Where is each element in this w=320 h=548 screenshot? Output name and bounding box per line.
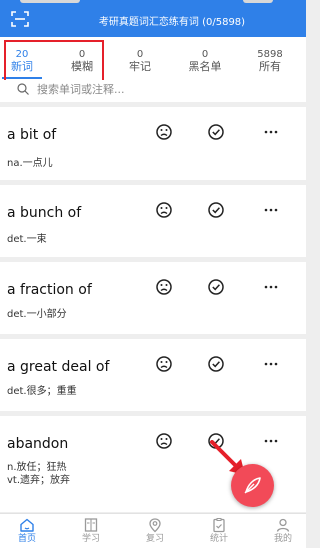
tab-count: 5898	[257, 49, 283, 60]
app-screen: 考研真题词汇恋练有词 (0/5898) 20 新词 0 模糊 0 牢记 0 黑名…	[0, 0, 306, 548]
more-icon[interactable]	[260, 121, 282, 143]
word-meaning: det.一束	[7, 234, 47, 245]
nav-stats[interactable]: 统计	[199, 517, 239, 545]
nav-review[interactable]: 复习	[135, 517, 175, 545]
word-text: a bit of	[7, 127, 57, 143]
nav-label: 首页	[17, 534, 36, 544]
word-meaning: det.很多；重重	[7, 386, 77, 397]
word-card[interactable]: a bit of na.一点儿	[0, 107, 306, 180]
word-meaning: na.一点儿	[7, 158, 53, 169]
nav-label: 统计	[209, 534, 228, 544]
tab-label: 所有	[259, 60, 281, 73]
word-text: a great deal of	[7, 359, 110, 375]
sad-face-icon[interactable]	[153, 121, 175, 143]
status-bar-fragment	[243, 0, 273, 3]
word-meaning: vt.遗弃；放弃	[7, 475, 71, 486]
tab-count: 0	[201, 49, 209, 60]
sad-face-icon[interactable]	[153, 430, 175, 452]
tab-all[interactable]: 5898 所有	[250, 37, 290, 80]
word-text: a fraction of	[7, 282, 92, 298]
check-circle-icon[interactable]	[205, 121, 227, 143]
page-title: 考研真题词汇恋练有词 (0/5898)	[98, 17, 246, 28]
tab-label: 牢记	[129, 60, 151, 73]
bottom-navigation: 首页 学习 复习 统计 我的	[0, 513, 306, 548]
feather-pen-icon	[244, 477, 261, 494]
home-icon	[20, 518, 34, 532]
book-icon	[84, 518, 98, 532]
more-icon[interactable]	[260, 199, 282, 221]
tab-label: 黑名单	[188, 60, 222, 73]
nav-home[interactable]: 首页	[7, 517, 47, 545]
word-card[interactable]: a great deal of det.很多；重重	[0, 339, 306, 411]
write-button[interactable]	[231, 464, 274, 507]
check-circle-icon[interactable]	[205, 353, 227, 375]
word-card[interactable]: a fraction of det.一小部分	[0, 262, 306, 334]
status-bar-fragment	[20, 0, 80, 3]
more-icon[interactable]	[260, 276, 282, 298]
nav-label: 我的	[273, 534, 292, 544]
scan-icon[interactable]	[11, 11, 29, 27]
word-meaning: det.一小部分	[7, 309, 67, 320]
stats-icon	[213, 518, 225, 533]
word-meaning: n.放任；狂热	[7, 462, 67, 473]
tab-remembered[interactable]: 0 牢记	[120, 37, 160, 80]
sad-face-icon[interactable]	[153, 199, 175, 221]
annotation-highlight-box	[4, 40, 104, 85]
search-bar	[0, 80, 306, 102]
review-icon	[149, 518, 161, 533]
more-icon[interactable]	[260, 430, 282, 452]
sad-face-icon[interactable]	[153, 276, 175, 298]
word-text: a bunch of	[7, 205, 82, 221]
search-input[interactable]	[37, 80, 257, 98]
app-header: 考研真题词汇恋练有词 (0/5898)	[0, 0, 306, 37]
nav-label: 复习	[145, 534, 164, 544]
profile-icon	[276, 518, 290, 532]
check-circle-icon[interactable]	[205, 276, 227, 298]
nav-study[interactable]: 学习	[71, 517, 111, 545]
tab-count: 0	[136, 49, 144, 60]
check-circle-icon[interactable]	[205, 199, 227, 221]
nav-profile[interactable]: 我的	[263, 517, 303, 545]
word-card[interactable]: a bunch of det.一束	[0, 185, 306, 257]
nav-label: 学习	[81, 534, 100, 544]
word-text: abandon	[7, 436, 69, 452]
more-icon[interactable]	[260, 353, 282, 375]
sad-face-icon[interactable]	[153, 353, 175, 375]
tab-blacklist[interactable]: 0 黑名单	[177, 37, 233, 80]
search-icon	[17, 83, 29, 95]
